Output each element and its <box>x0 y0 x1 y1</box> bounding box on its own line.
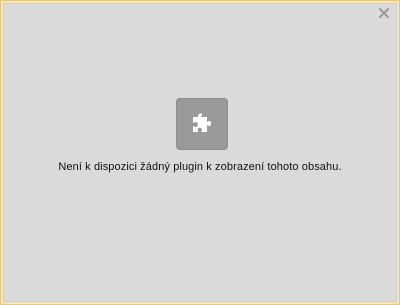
plugin-missing-message: Není k dispozici žádný plugin k zobrazen… <box>58 161 342 173</box>
plugin-frame: Není k dispozici žádný plugin k zobrazen… <box>0 0 400 305</box>
close-icon <box>379 8 389 18</box>
plugin-placeholder-panel: Není k dispozici žádný plugin k zobrazen… <box>3 3 397 302</box>
close-button[interactable] <box>378 7 390 19</box>
puzzle-piece-icon <box>193 113 212 132</box>
plugin-icon-tile <box>176 98 228 150</box>
